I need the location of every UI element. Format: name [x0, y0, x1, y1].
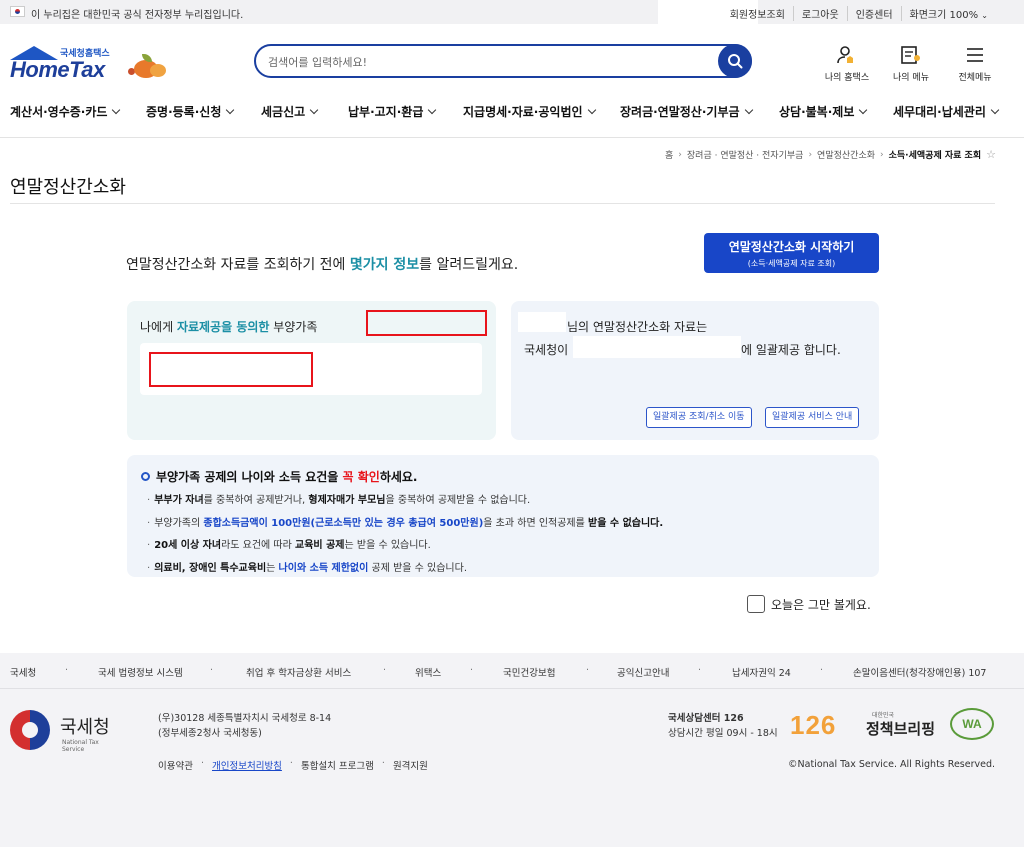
nav-tax-agent[interactable]: 세무대리·납세관리 [893, 103, 1000, 120]
certificate-center-link[interactable]: 인증센터 [846, 6, 901, 21]
footer-policy-links: 이용약관 · 개인정보처리방침 · 통합설치 프로그램 · 원격지원 [158, 758, 428, 772]
chevron-down-icon [744, 105, 753, 115]
dependents-label: 나에게 자료제공을 동의한 부양가족 [140, 320, 318, 334]
masked-recipient [573, 336, 741, 358]
footer-link-health-insurance[interactable]: 국민건강보험 [503, 665, 555, 679]
chevron-down-icon [428, 105, 437, 115]
footer-link-law-system[interactable]: 국세 법령정보 시스템 [98, 665, 183, 679]
my-menu-button[interactable]: 나의 메뉴 [888, 44, 934, 83]
footer-link-wetax[interactable]: 위택스 [415, 665, 441, 679]
notice-item: 20세 이상 자녀라도 요건에 따라 교육비 공제는 받을 수 있습니다. [147, 536, 663, 551]
chevron-down-icon [112, 105, 121, 115]
masked-name [518, 312, 566, 332]
footer-link-student-loan[interactable]: 취업 후 학자금상환 서비스 [246, 665, 351, 679]
policy-briefing-logo[interactable]: 대한민국 정책브리핑 [866, 710, 936, 740]
member-info-link[interactable]: 회원정보조회 [722, 6, 793, 21]
breadcrumb-incentive[interactable]: 장려금 · 연말정산 · 전자기부금 [687, 148, 804, 161]
call-center-info: 국세상담센터 126 상담시간 평일 09시 - 18시 [668, 713, 778, 739]
korea-flag-icon [10, 6, 25, 17]
footer-link-relay-center[interactable]: 손말이음센터(청각장애인용) 107 [853, 665, 986, 679]
my-menu-icon [901, 46, 920, 64]
logo-wordmark: HomeTax [10, 57, 105, 82]
chevron-down-icon [226, 105, 235, 115]
dismiss-today-label: 오늘은 그만 볼게요. [771, 597, 871, 612]
start-simplified-button[interactable]: 연말정산간소화 시작하기 (소득·세액공제 자료 조회) [704, 233, 879, 273]
autumn-pumpkin-icon [128, 54, 168, 80]
footer-link-whistleblow[interactable]: 공익신고안내 [617, 665, 669, 679]
intro-text: 연말정산간소화 자료를 조회하기 전에 몇가지 정보를 알려드릴게요. [126, 257, 519, 273]
hometax-logo[interactable]: 국세청홈택스 HomeTax [10, 44, 175, 84]
notice-item: 부양가족의 종합소득금액이 100만원(근로소득만 있는 경우 총급여 500만… [147, 514, 663, 529]
hamburger-icon [967, 48, 983, 62]
terms-link[interactable]: 이용약관 [158, 758, 193, 772]
remote-support-link[interactable]: 원격지원 [393, 758, 428, 772]
chevron-down-icon [587, 105, 596, 115]
page-title: 연말정산간소화 [10, 177, 126, 198]
bulk-provision-manage-button[interactable]: 일괄제공 조회/취소 이동 [646, 407, 752, 428]
copyright: ©National Tax Service. All Rights Reserv… [788, 759, 995, 770]
footer: 국세청 · 국세 법령정보 시스템 · 취업 후 학자금상환 서비스 · 위택스… [0, 653, 1024, 847]
footer-link-bar: 국세청 · 국세 법령정보 시스템 · 취업 후 학자금상환 서비스 · 위택스… [0, 653, 1024, 689]
redaction-box [149, 352, 313, 387]
main-navigation: 계산서·영수증·카드 증명·등록·신청 세금신고 납부·고지·환급 지급명세·자… [0, 96, 1024, 138]
dismiss-today-option[interactable]: 오늘은 그만 볼게요. [747, 595, 871, 613]
bulk-provision-guide-button[interactable]: 일괄제공 서비스 안내 [765, 407, 860, 428]
header-icon-menu: 나의 홈택스 나의 메뉴 전체메뉴 [824, 44, 998, 83]
nts-logo: 국세청 National Tax Service [10, 710, 120, 753]
government-notice-bar: 이 누리집은 대한민국 공식 전자정부 누리집입니다. 회원정보조회 로그아웃 … [0, 0, 1024, 24]
nav-receipts-cards[interactable]: 계산서·영수증·카드 [10, 103, 121, 120]
footer-address: (우)30128 세종특별자치시 국세청로 8-14 (정부세종2청사 국세청동… [158, 713, 332, 739]
dismiss-today-checkbox[interactable] [747, 595, 765, 613]
notice-list: 부부가 자녀를 중복하여 공제받거나, 형제자매가 부모님을 중복하여 공제받을… [147, 491, 663, 581]
chevron-right-icon: › [808, 149, 813, 160]
chevron-right-icon: › [880, 149, 884, 160]
nav-payment-refund[interactable]: 납부·고지·환급 [348, 103, 437, 120]
web-accessibility-mark-icon[interactable]: WA [950, 708, 994, 740]
search-bar [254, 44, 752, 78]
search-icon [728, 54, 743, 69]
my-hometax-icon [837, 46, 853, 64]
search-button[interactable] [718, 44, 752, 78]
favorite-star-icon[interactable]: ☆ [986, 148, 996, 161]
chevron-down-icon [309, 105, 319, 115]
footer-link-nts[interactable]: 국세청 [10, 665, 36, 679]
bulk-provision-card: 님의 연말정산간소화 자료는 국세청이 에 일괄제공 합니다. 일괄제공 조회/… [511, 301, 879, 440]
utility-links: 회원정보조회 로그아웃 인증센터 화면크기 100% ⌄ [722, 6, 996, 21]
chevron-down-icon: ⌄ [981, 11, 988, 20]
dependent-requirements-notice: 부양가족 공제의 나이와 소득 요건을 꼭 확인하세요. 부부가 자녀를 중복하… [127, 455, 879, 577]
breadcrumb-current: 소득·세액공제 자료 조회 [888, 151, 982, 161]
footer-link-taxpayer-rights[interactable]: 납세자권익 24 [732, 665, 791, 679]
nav-year-end-settlement[interactable]: 장려금·연말정산·기부금 [620, 103, 753, 120]
nts-emblem-icon [10, 710, 50, 750]
chevron-down-icon [859, 105, 868, 115]
logout-link[interactable]: 로그아웃 [792, 6, 847, 21]
call-126-logo[interactable]: 126 [790, 710, 846, 740]
nav-tax-filing[interactable]: 세금신고 [261, 103, 319, 120]
search-input[interactable] [268, 53, 708, 71]
redaction-box [366, 310, 487, 336]
install-program-link[interactable]: 통합설치 프로그램 [301, 758, 374, 772]
official-site-notice: 이 누리집은 대한민국 공식 전자정부 누리집입니다. [31, 10, 244, 21]
title-divider [10, 203, 995, 204]
nav-consultation[interactable]: 상담·불복·제보 [779, 103, 868, 120]
nav-payment-statements[interactable]: 지급명세·자료·공익법인 [463, 103, 596, 120]
circle-bullet-icon [141, 472, 150, 481]
chevron-down-icon [990, 105, 1000, 115]
breadcrumb-home[interactable]: 홈 [665, 148, 673, 161]
breadcrumb: 홈 › 장려금 · 연말정산 · 전자기부금 › 연말정산간소화 › 소득·세액… [665, 148, 996, 161]
breadcrumb-simplified[interactable]: 연말정산간소화 [817, 148, 875, 161]
notice-item: 의료비, 장애인 특수교육비는 나이와 소득 제한없이 공제 받을 수 있습니다… [147, 559, 663, 574]
my-hometax-button[interactable]: 나의 홈택스 [824, 44, 870, 83]
chevron-right-icon: › [678, 149, 682, 160]
notice-heading: 부양가족 공제의 나이와 소득 요건을 꼭 확인하세요. [141, 468, 418, 485]
nav-certificates[interactable]: 증명·등록·신청 [146, 103, 235, 120]
notice-item: 부부가 자녀를 중복하여 공제받거나, 형제자매가 부모님을 중복하여 공제받을… [147, 491, 663, 506]
full-menu-button[interactable]: 전체메뉴 [952, 44, 998, 83]
screen-size-dropdown[interactable]: 화면크기 100% ⌄ [900, 6, 996, 21]
privacy-policy-link[interactable]: 개인정보처리방침 [212, 758, 282, 772]
